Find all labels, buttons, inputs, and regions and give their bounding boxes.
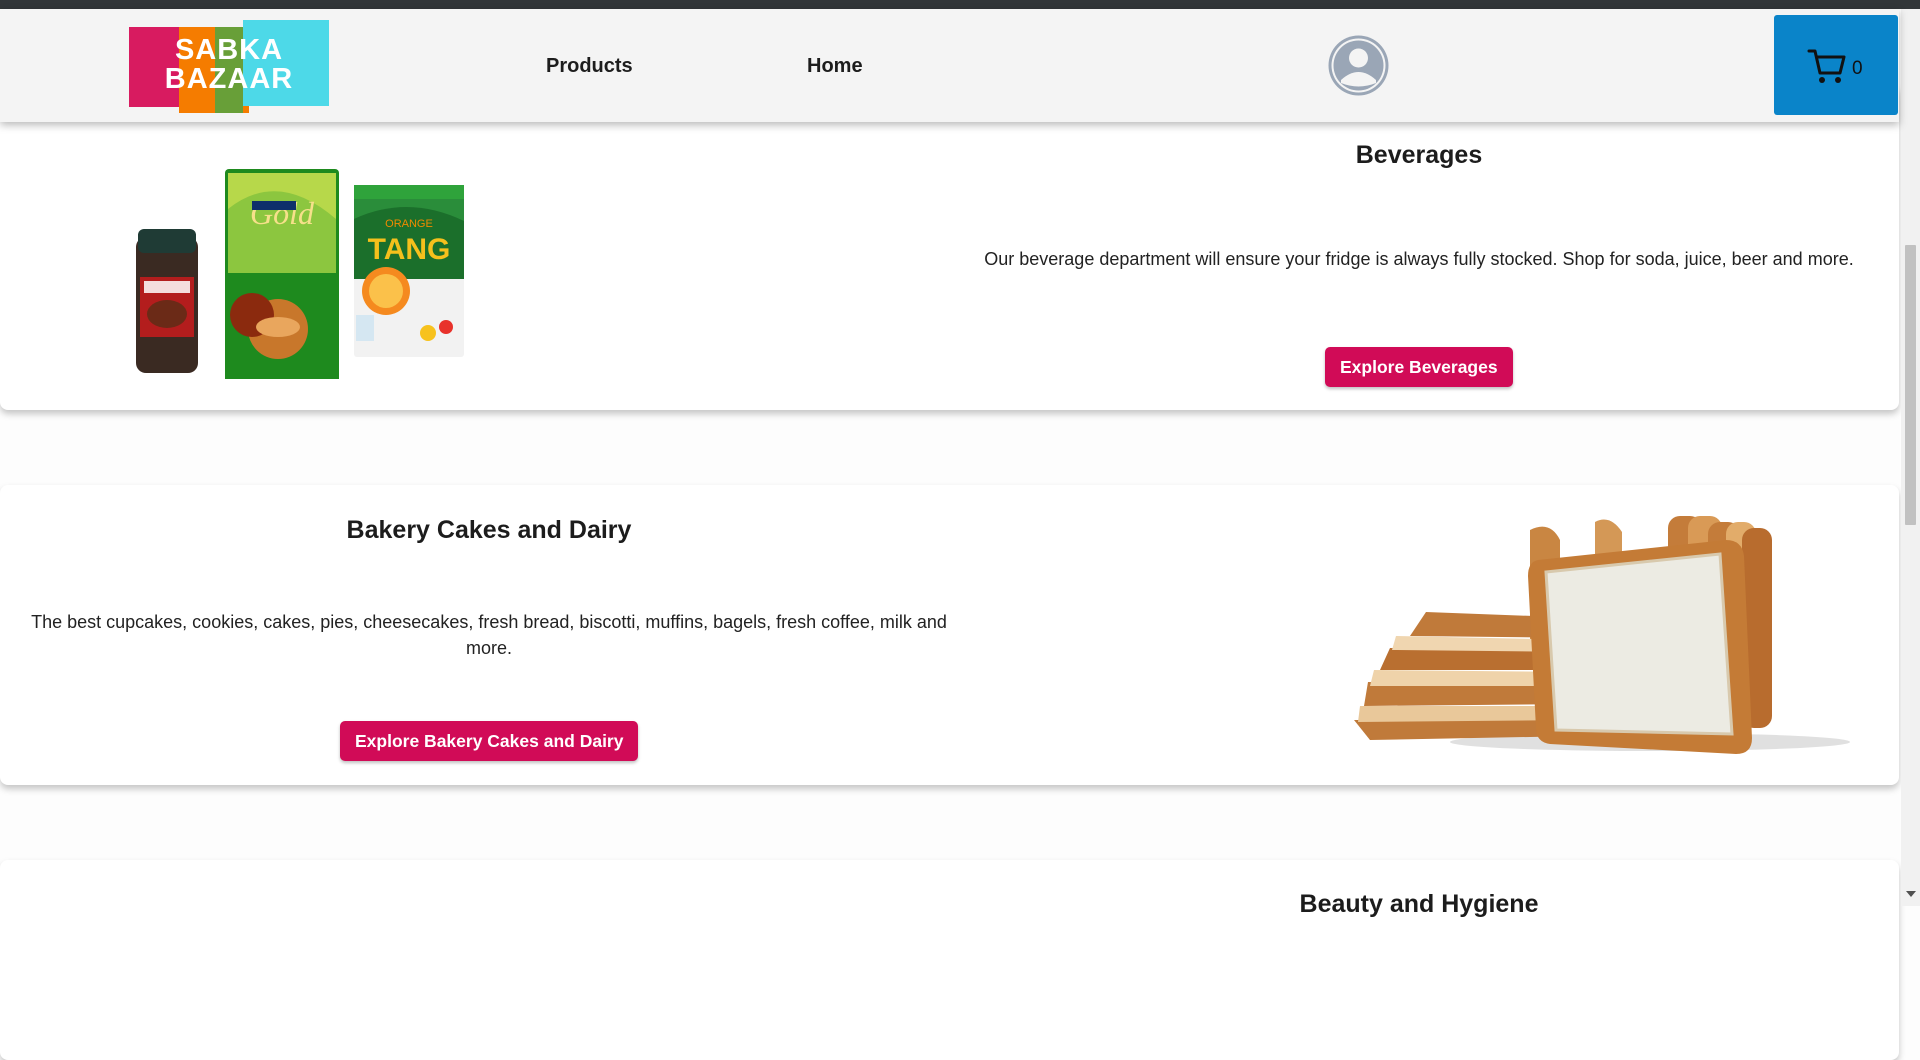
svg-text:Gold: Gold bbox=[250, 195, 315, 231]
bakery-product-image bbox=[1350, 510, 1860, 760]
scroll-down-arrow-icon[interactable] bbox=[1906, 891, 1916, 897]
explore-beverages-button[interactable]: Explore Beverages bbox=[1325, 347, 1513, 387]
site-header: SABKA BAZAAR Products Home 0 bbox=[0, 9, 1899, 122]
beverages-product-image: Gold TANG ORANGE bbox=[128, 149, 468, 391]
logo-text: SABKA BAZAAR bbox=[129, 36, 329, 94]
category-description: Our beverage department will ensure your… bbox=[984, 249, 1854, 269]
sabka-bazaar-logo[interactable]: SABKA BAZAAR bbox=[129, 20, 329, 120]
category-description: The best cupcakes, cookies, cakes, pies,… bbox=[31, 612, 947, 658]
logo-line-2: BAZAAR bbox=[164, 63, 294, 95]
category-card-bakery: Bakery Cakes and Dairy The best cupcakes… bbox=[0, 485, 1899, 785]
browser-top-strip bbox=[0, 0, 1920, 9]
page-scrollbar[interactable] bbox=[1901, 9, 1920, 906]
svg-text:ORANGE: ORANGE bbox=[385, 218, 433, 230]
category-card-beauty: Beauty and Hygiene bbox=[0, 860, 1899, 1060]
scrollbar-thumb[interactable] bbox=[1905, 245, 1916, 525]
cart-button[interactable]: 0 bbox=[1774, 15, 1898, 115]
user-avatar-icon[interactable] bbox=[1327, 34, 1390, 97]
cart-icon bbox=[1807, 49, 1846, 83]
category-title: Beverages bbox=[1355, 141, 1483, 169]
nav-link-products[interactable]: Products bbox=[546, 55, 633, 78]
category-title: Beauty and Hygiene bbox=[1299, 890, 1539, 918]
logo-line-1: SABKA bbox=[174, 34, 284, 66]
category-title: Bakery Cakes and Dairy bbox=[346, 516, 632, 544]
category-card-beverages: Gold TANG ORANGE Beverages Our beverage … bbox=[0, 84, 1899, 410]
nav-link-home[interactable]: Home bbox=[807, 55, 863, 78]
cart-count: 0 bbox=[1852, 58, 1863, 79]
svg-text:TANG: TANG bbox=[368, 233, 451, 266]
explore-bakery-button[interactable]: Explore Bakery Cakes and Dairy bbox=[340, 721, 639, 761]
